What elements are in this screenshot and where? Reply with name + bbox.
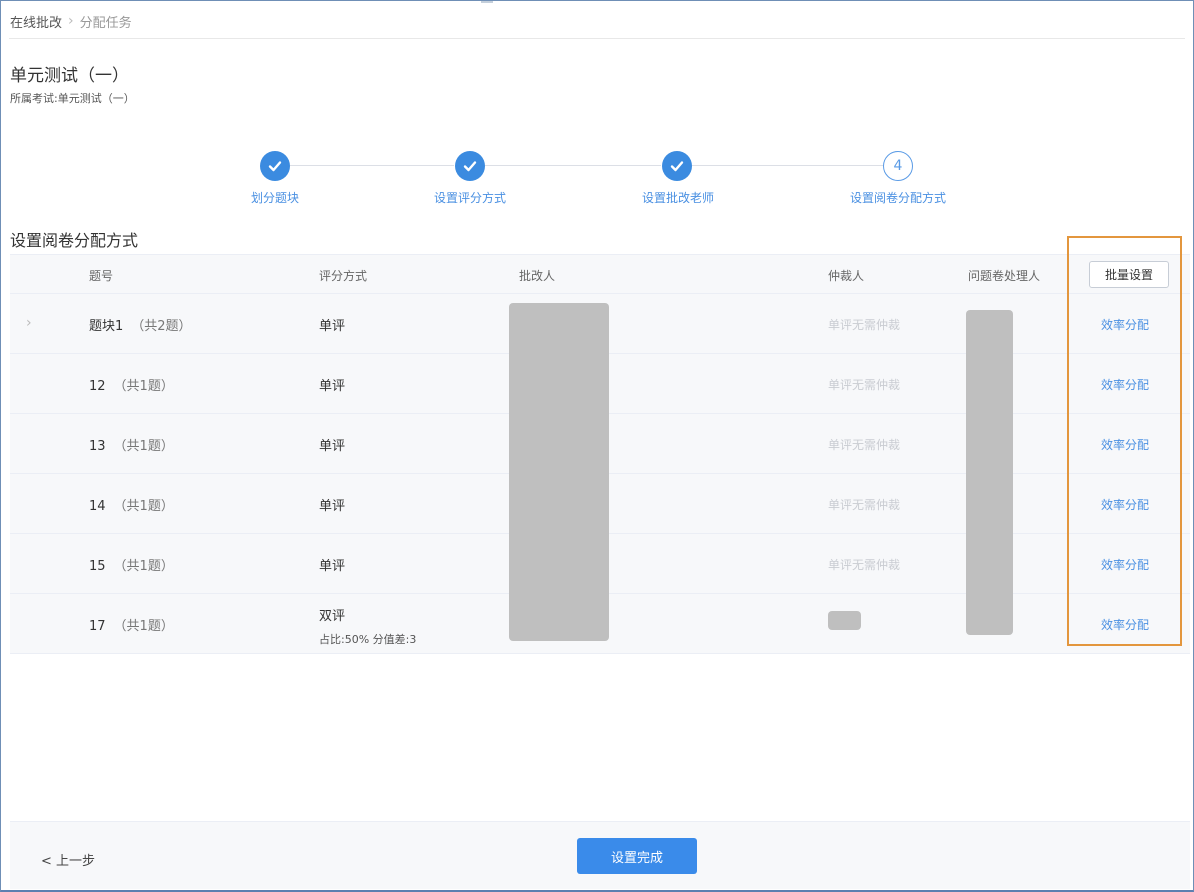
arbiter-status: 单评无需仲裁 <box>828 438 901 452</box>
question-count: （共1题） <box>113 499 174 514</box>
step-3-label: 设置批改老师 <box>641 191 715 205</box>
question-name: 17 <box>89 619 106 634</box>
score-mode-cell: 双评占比:50% 分值差:3 <box>319 605 416 647</box>
header-problem-handler: 问题卷处理人 <box>968 269 1041 283</box>
step-4-label: 设置阅卷分配方式 <box>849 191 947 205</box>
redacted-arbiter-name <box>828 611 861 630</box>
table-header: 题号 评分方式 批改人 仲裁人 问题卷处理人 批量设置 <box>10 254 1190 294</box>
question-cell: 12 （共1题） <box>89 375 174 394</box>
arbiter-status: 单评无需仲裁 <box>828 558 901 572</box>
step-4-number: 4 <box>883 151 913 181</box>
question-name: 题块1 <box>89 319 124 334</box>
question-cell: 14 （共1题） <box>89 495 174 514</box>
step-3-check-icon <box>662 151 692 181</box>
chevron-right-icon[interactable]: › <box>26 315 32 331</box>
page-title: 单元测试（一） <box>10 66 129 86</box>
score-mode: 单评 <box>319 559 346 574</box>
section-title: 设置阅卷分配方式 <box>10 231 139 250</box>
progress-steps: 4 划分题块 设置评分方式 设置批改老师 设置阅卷分配方式 <box>1 149 1193 209</box>
redacted-grader-names <box>509 303 609 641</box>
question-cell: 题块1 （共2题） <box>89 315 192 334</box>
step-connector <box>692 165 883 166</box>
header-divider <box>9 38 1185 39</box>
app-window: 在线批改 › 分配任务 单元测试（一） 所属考试:单元测试（一） 4 划分题块 … <box>0 0 1194 892</box>
arbiter-status: 单评无需仲裁 <box>828 318 901 332</box>
question-name: 13 <box>89 439 106 454</box>
question-name: 14 <box>89 499 106 514</box>
exam-subtitle: 所属考试:单元测试（一） <box>10 92 135 105</box>
question-count: （共2题） <box>131 319 192 334</box>
arbiter-status: 单评无需仲裁 <box>828 498 901 512</box>
breadcrumb-root[interactable]: 在线批改 <box>10 12 62 31</box>
score-mode: 单评 <box>319 499 346 514</box>
header-grader: 批改人 <box>519 269 556 283</box>
arbiter-status: 单评无需仲裁 <box>828 378 901 392</box>
finish-setup-button[interactable]: 设置完成 <box>577 838 697 874</box>
top-edge-mark <box>481 1 493 3</box>
question-count: （共1题） <box>113 439 174 454</box>
question-cell: 15 （共1题） <box>89 555 174 574</box>
highlight-annotation-box <box>1067 236 1182 646</box>
chevron-right-icon: › <box>68 13 74 29</box>
score-mode: 双评 <box>319 609 346 624</box>
header-arbiter: 仲裁人 <box>828 269 865 283</box>
score-mode: 单评 <box>319 439 346 454</box>
question-count: （共1题） <box>113 559 174 574</box>
previous-step-button[interactable]: < 上一步 <box>41 850 95 869</box>
assignment-table: 题号 评分方式 批改人 仲裁人 问题卷处理人 批量设置 › 题块1 （共2题） 单… <box>10 254 1190 654</box>
question-name: 15 <box>89 559 106 574</box>
breadcrumb-current: 分配任务 <box>79 15 132 31</box>
step-1-label: 划分题块 <box>250 191 300 205</box>
header-score-mode: 评分方式 <box>319 269 368 283</box>
question-count: （共1题） <box>113 619 174 634</box>
score-detail: 占比:50% 分值差:3 <box>319 633 417 646</box>
score-mode: 单评 <box>319 319 346 334</box>
step-2-check-icon <box>455 151 485 181</box>
question-count: （共1题） <box>113 379 174 394</box>
header-question: 题号 <box>89 269 114 283</box>
question-cell: 13 （共1题） <box>89 435 174 454</box>
footer-bar: < 上一步 设置完成 <box>10 821 1190 889</box>
step-connector <box>485 165 661 166</box>
question-cell: 17 （共1题） <box>89 615 174 634</box>
step-1-check-icon <box>260 151 290 181</box>
question-name: 12 <box>89 379 106 394</box>
breadcrumb: 在线批改 › 分配任务 <box>10 12 132 31</box>
score-mode: 单评 <box>319 379 346 394</box>
step-2-label: 设置评分方式 <box>433 191 507 205</box>
redacted-handler-names <box>966 310 1013 635</box>
step-connector <box>290 165 454 166</box>
